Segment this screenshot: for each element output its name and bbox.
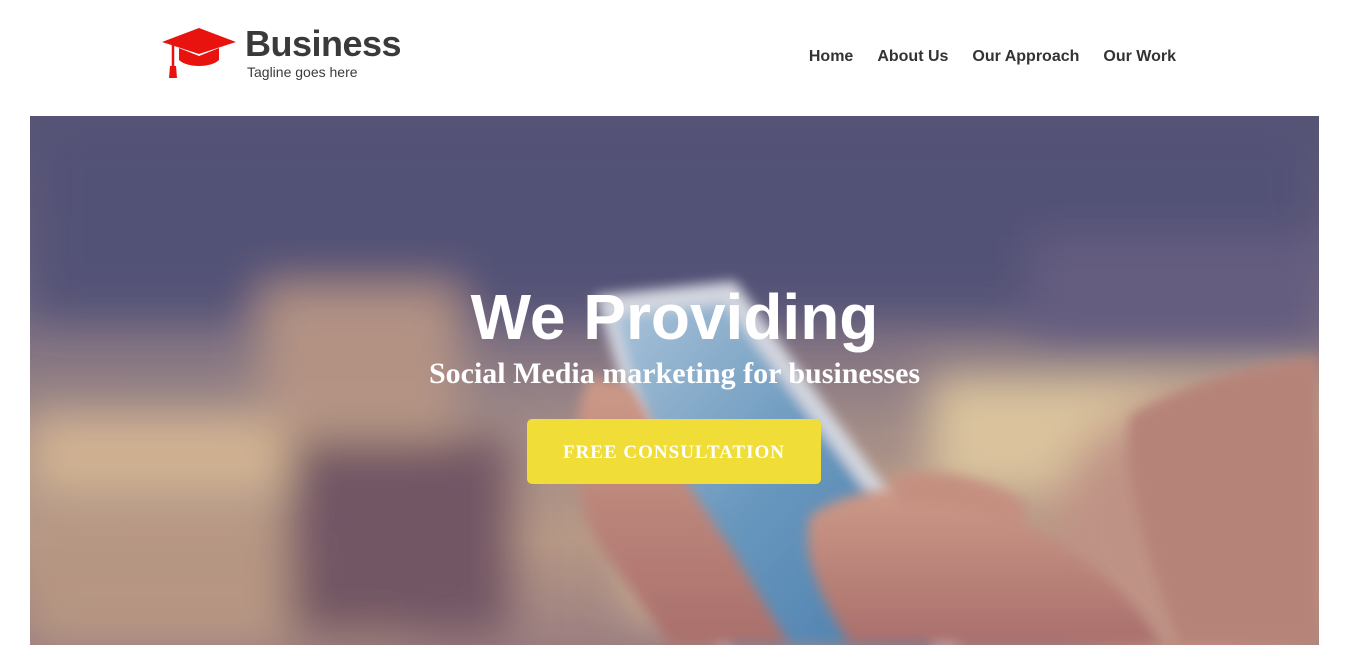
hero-banner: We Providing Social Media marketing for … [30, 116, 1319, 645]
brand-tagline: Tagline goes here [247, 64, 358, 80]
hero-content: We Providing Social Media marketing for … [30, 116, 1319, 645]
graduation-cap-icon [162, 28, 236, 78]
nav-item-home[interactable]: Home [809, 48, 853, 66]
nav-item-about-us[interactable]: About Us [877, 48, 948, 66]
site-logo[interactable]: Business Tagline goes here [161, 23, 402, 80]
hero-subtitle: Social Media marketing for businesses [428, 357, 921, 390]
free-consultation-button[interactable]: FREE CONSULTATION [527, 419, 821, 484]
hero-title: We Providing [470, 281, 879, 353]
brand-name: Business [245, 23, 402, 64]
site-header: Business Tagline goes here Home About Us… [0, 0, 1350, 116]
nav-item-our-approach[interactable]: Our Approach [972, 48, 1079, 66]
nav-item-our-work[interactable]: Our Work [1103, 48, 1176, 66]
main-nav: Home About Us Our Approach Our Work [809, 48, 1176, 66]
